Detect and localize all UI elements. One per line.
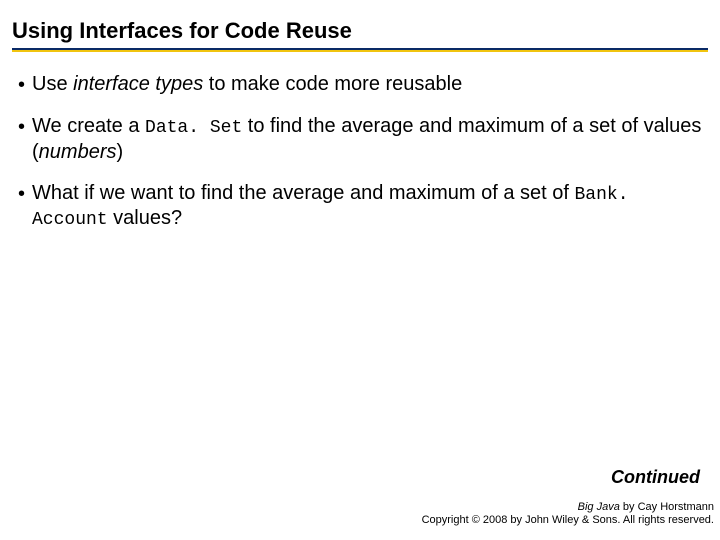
text-segment: Use <box>32 73 73 95</box>
bullet-dot: • <box>18 181 32 232</box>
title-block: Using Interfaces for Code Reuse <box>0 0 720 58</box>
text-segment: We create a <box>32 115 145 137</box>
title-rule <box>12 48 708 52</box>
bullet-item: • What if we want to find the average an… <box>18 181 702 232</box>
code-segment: Data. Set <box>145 118 242 138</box>
italic-segment: interface types <box>73 73 203 95</box>
bullet-text: We create a Data. Set to find the averag… <box>32 114 702 165</box>
bullet-item: • We create a Data. Set to find the aver… <box>18 114 702 165</box>
text-segment: ) <box>116 141 123 163</box>
text-segment: What if we want to find the average and … <box>32 182 575 204</box>
footer-line-2: Copyright © 2008 by John Wiley & Sons. A… <box>422 514 714 528</box>
bullet-text: What if we want to find the average and … <box>32 181 702 232</box>
italic-segment: numbers <box>39 141 117 163</box>
slide-title: Using Interfaces for Code Reuse <box>12 18 708 44</box>
footer: Big Java by Cay Horstmann Copyright © 20… <box>422 501 714 529</box>
bullet-dot: • <box>18 114 32 165</box>
footer-line-1: Big Java by Cay Horstmann <box>422 501 714 515</box>
author: by Cay Horstmann <box>620 501 714 513</box>
content-area: • Use interface types to make code more … <box>0 58 720 232</box>
text-segment: values? <box>108 207 183 229</box>
continued-label: Continued <box>611 467 700 488</box>
book-title: Big Java <box>578 501 620 513</box>
bullet-dot: • <box>18 72 32 98</box>
text-segment: to make code more reusable <box>203 73 462 95</box>
bullet-item: • Use interface types to make code more … <box>18 72 702 98</box>
bullet-text: Use interface types to make code more re… <box>32 72 462 98</box>
